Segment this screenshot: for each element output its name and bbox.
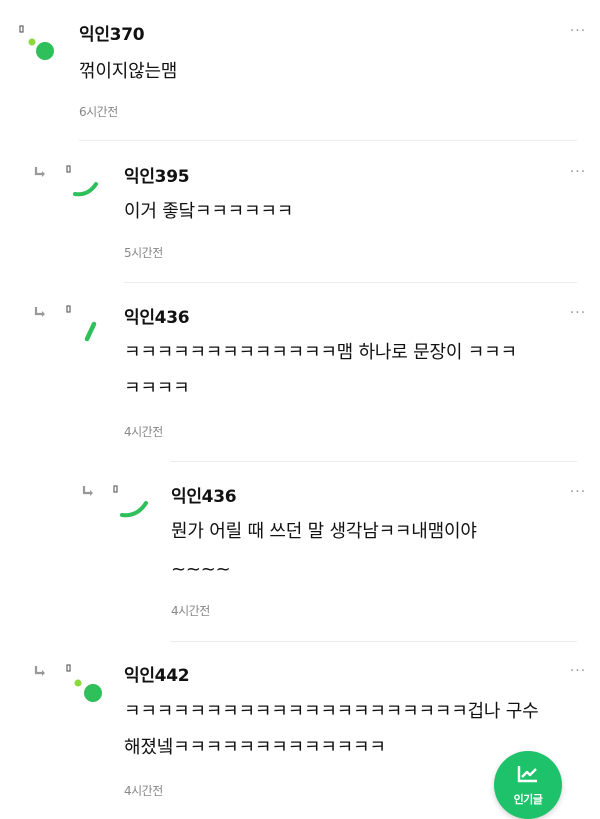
divider xyxy=(79,140,577,141)
reply-arrow-icon xyxy=(81,484,95,498)
divider xyxy=(171,461,577,462)
comment-body-line: ㅋㅋㅋㅋㅋㅋㅋㅋㅋㅋㅋㅋㅋ맴 하나로 문장이 ㅋㅋㅋ xyxy=(124,342,517,363)
author-name[interactable]: 익인370 xyxy=(79,20,145,45)
author-name[interactable]: 익인436 xyxy=(171,482,237,507)
comment-timestamp: 4시간전 xyxy=(124,784,163,798)
avatar[interactable] xyxy=(113,485,153,525)
comment-timestamp: 4시간전 xyxy=(171,604,210,618)
comment-timestamp: 5시간전 xyxy=(124,246,163,260)
popular-posts-label: 인기글 xyxy=(513,793,543,806)
comment-timestamp: 6시간전 xyxy=(79,105,118,119)
more-options-icon[interactable]: ··· xyxy=(568,664,588,680)
author-name[interactable]: 익인436 xyxy=(124,303,190,328)
avatar[interactable] xyxy=(66,664,106,704)
more-options-icon[interactable]: ··· xyxy=(568,24,588,40)
avatar[interactable] xyxy=(18,24,58,64)
more-options-icon[interactable]: ··· xyxy=(568,306,588,322)
divider xyxy=(171,641,577,642)
reply-arrow-icon xyxy=(33,165,47,179)
more-options-icon[interactable]: ··· xyxy=(568,165,588,181)
reply-arrow-icon xyxy=(33,664,47,678)
divider xyxy=(124,282,577,283)
comment-body: 이거 좋닼ㅋㅋㅋㅋㅋㅋ xyxy=(124,201,294,222)
more-options-icon[interactable]: ··· xyxy=(568,485,588,501)
popular-posts-button[interactable]: 인기글 xyxy=(494,751,562,819)
comment-body-line: 뭔가 어릴 때 쓰던 말 생각남ㅋㅋ내맴이야 xyxy=(171,521,477,542)
avatar[interactable] xyxy=(66,165,106,205)
comment-body-line: 해졌넼ㅋㅋㅋㅋㅋㅋㅋㅋㅋㅋㅋㅋㅋ xyxy=(124,737,386,758)
comment-body-line: ㅋㅋㅋㅋㅋㅋㅋㅋㅋㅋㅋㅋㅋㅋㅋㅋㅋㅋㅋㅋㅋ겁나 구수 xyxy=(124,701,539,722)
comment-body-line: ㅋㅋㅋㅋ xyxy=(124,378,190,399)
author-name[interactable]: 익인442 xyxy=(124,661,190,686)
comment-body-line: ~~~~ xyxy=(171,559,231,580)
reply-arrow-icon xyxy=(33,305,47,319)
comment-body: 꺾이지않는맴 xyxy=(79,61,178,82)
comment-timestamp: 4시간전 xyxy=(124,425,163,439)
trending-chart-icon xyxy=(517,766,537,783)
author-name[interactable]: 익인395 xyxy=(124,162,190,187)
avatar[interactable] xyxy=(66,305,106,345)
